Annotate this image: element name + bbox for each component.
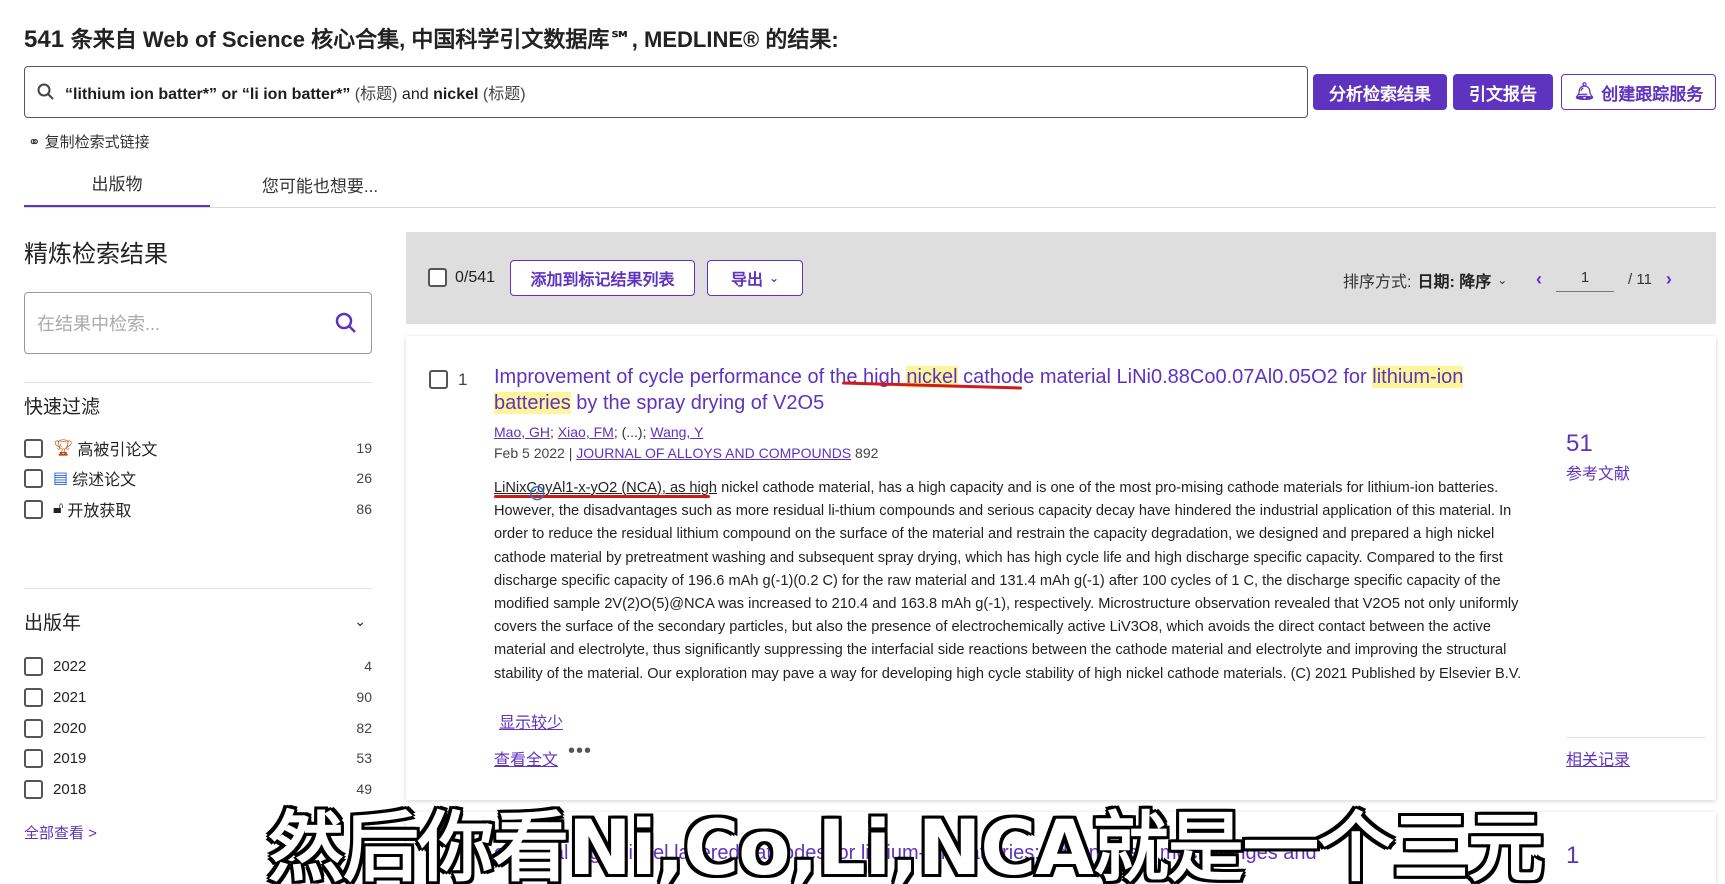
filter-count: 19: [356, 440, 372, 456]
quick-filter-title: 快速过滤: [24, 397, 101, 418]
pagination: ‹ 1 / 11 ›: [1536, 266, 1672, 292]
full-text-link[interactable]: 查看全文: [494, 746, 558, 770]
query-term-1: “lithium ion batter*” or “li ion batter*…: [65, 86, 351, 103]
tab-you-may-also-like[interactable]: 您可能也想要...: [220, 160, 420, 208]
view-all-years-link[interactable]: 全部查看 >: [24, 822, 97, 843]
filter-highly-cited[interactable]: 🏆︎ 高被引论文 19: [24, 436, 372, 460]
author-link[interactable]: Xiao, FM: [558, 424, 614, 440]
video-subtitle: 然后你看Ni,Co,Li,NCA就是一个三元: [268, 803, 1544, 884]
sort-dropdown[interactable]: 排序方式: 日期: 降序 ⌄: [1343, 268, 1507, 292]
create-alert-button[interactable]: 🔔︎ 创建跟踪服务: [1561, 74, 1716, 110]
selected-count: 0/541: [455, 268, 496, 286]
record-number: 1: [458, 370, 468, 389]
document-icon: ▤: [53, 470, 69, 487]
refine-search-input[interactable]: 在结果中检索...: [24, 292, 372, 354]
previous-page-icon[interactable]: ‹: [1536, 269, 1542, 290]
year-row[interactable]: 2019 53: [24, 746, 372, 770]
author-link[interactable]: Mao, GH: [494, 424, 550, 440]
author-link[interactable]: Wang, Y: [650, 424, 703, 440]
reference-count[interactable]: 51: [1566, 430, 1593, 458]
checkbox[interactable]: [24, 718, 43, 738]
record-title-link[interactable]: Improvement of cycle performance of the …: [494, 364, 1534, 416]
select-all[interactable]: 0/541: [428, 268, 495, 287]
sidebar-divider: [24, 588, 372, 589]
checkbox[interactable]: [24, 438, 43, 458]
export-button[interactable]: 导出 ⌄: [707, 260, 803, 296]
query-display[interactable]: “lithium ion batter*” or “li ion batter*…: [24, 66, 1308, 118]
chevron-down-icon[interactable]: ⌄: [354, 613, 366, 630]
record-authors: Mao, GH; Xiao, FM; (...); Wang, Y: [494, 424, 704, 440]
chevron-down-icon: ⌄: [1497, 273, 1508, 287]
bell-icon: 🔔︎: [1573, 82, 1596, 101]
select-all-checkbox[interactable]: [428, 268, 447, 287]
query-field-1: (标题): [354, 86, 398, 103]
filter-open-access[interactable]: 🔓︎ 开放获取 86: [24, 497, 372, 521]
export-label: 导出: [730, 272, 763, 289]
journal-link[interactable]: JOURNAL OF ALLOYS AND COMPOUNDS: [576, 445, 851, 461]
results-title: 541 条来自 Web of Science 核心合集, 中国科学引文数据库℠,…: [24, 26, 839, 53]
copy-query-link-label: 复制检索式链接: [44, 134, 150, 151]
page-number-input[interactable]: 1: [1556, 266, 1614, 292]
checkbox[interactable]: [24, 687, 43, 707]
sort-label: 排序方式:: [1343, 274, 1412, 291]
record-volume: 892: [855, 445, 879, 461]
create-alert-label: 创建跟踪服务: [1601, 84, 1704, 104]
query-field-2: (标题): [482, 86, 526, 103]
query-operator: and: [401, 86, 429, 103]
related-records-link[interactable]: 相关记录: [1566, 746, 1630, 770]
citation-report-button[interactable]: 引文报告: [1453, 74, 1553, 110]
filter-count: 26: [356, 470, 372, 486]
checkbox[interactable]: [24, 748, 43, 768]
analyze-results-button[interactable]: 分析检索结果: [1313, 74, 1447, 110]
copy-query-link[interactable]: ⚭ 复制检索式链接: [28, 131, 150, 152]
trophy-icon: 🏆︎: [53, 440, 74, 457]
checkbox[interactable]: [24, 656, 43, 676]
sort-value: 日期: 降序: [1417, 274, 1492, 291]
more-options-icon[interactable]: •••: [568, 740, 592, 763]
red-annotation-stroke: [494, 495, 710, 498]
next-page-icon[interactable]: ›: [1666, 269, 1672, 290]
link-icon: ⚭: [28, 133, 41, 151]
unlock-icon: 🔓︎: [53, 500, 64, 517]
year-row[interactable]: 2021 90: [24, 685, 372, 709]
record-date: Feb 5 2022 |: [494, 445, 573, 461]
year-row[interactable]: 2020 82: [24, 716, 372, 740]
divider: [1566, 737, 1706, 738]
search-icon: [37, 83, 54, 100]
sidebar-divider: [24, 382, 372, 383]
publication-year-facet[interactable]: 出版年 ⌄: [24, 608, 372, 635]
refine-title: 精炼检索结果: [24, 241, 168, 268]
publication-year-title: 出版年: [24, 613, 82, 634]
reference-label: 参考文献: [1566, 466, 1631, 483]
reference-count[interactable]: 1: [1566, 842, 1579, 870]
filter-count: 86: [356, 501, 372, 517]
checkbox[interactable]: [24, 499, 43, 519]
record-checkbox[interactable]: [429, 370, 448, 389]
chevron-down-icon: ⌄: [768, 271, 780, 285]
query-term-2: nickel: [433, 86, 479, 103]
search-icon[interactable]: [335, 312, 357, 334]
record-abstract: LiNixCoyAl1-x-yO2 (NCA), as high nickel …: [494, 480, 1522, 682]
tab-divider: [24, 207, 1716, 208]
tab-publications[interactable]: 出版物: [24, 160, 210, 208]
mouse-cursor-icon: ⊙: [528, 480, 547, 505]
record-source: Feb 5 2022 | JOURNAL OF ALLOYS AND COMPO…: [494, 445, 878, 461]
refine-search-placeholder: 在结果中检索...: [37, 314, 161, 334]
add-to-marked-list-button[interactable]: 添加到标记结果列表: [510, 260, 695, 296]
checkbox[interactable]: [24, 779, 43, 799]
checkbox[interactable]: [24, 468, 43, 488]
year-row[interactable]: 2022 4: [24, 654, 372, 678]
filter-review[interactable]: ▤ 综述论文 26: [24, 466, 372, 490]
show-less-link[interactable]: 显示较少: [499, 709, 563, 733]
total-pages: / 11: [1628, 270, 1652, 288]
